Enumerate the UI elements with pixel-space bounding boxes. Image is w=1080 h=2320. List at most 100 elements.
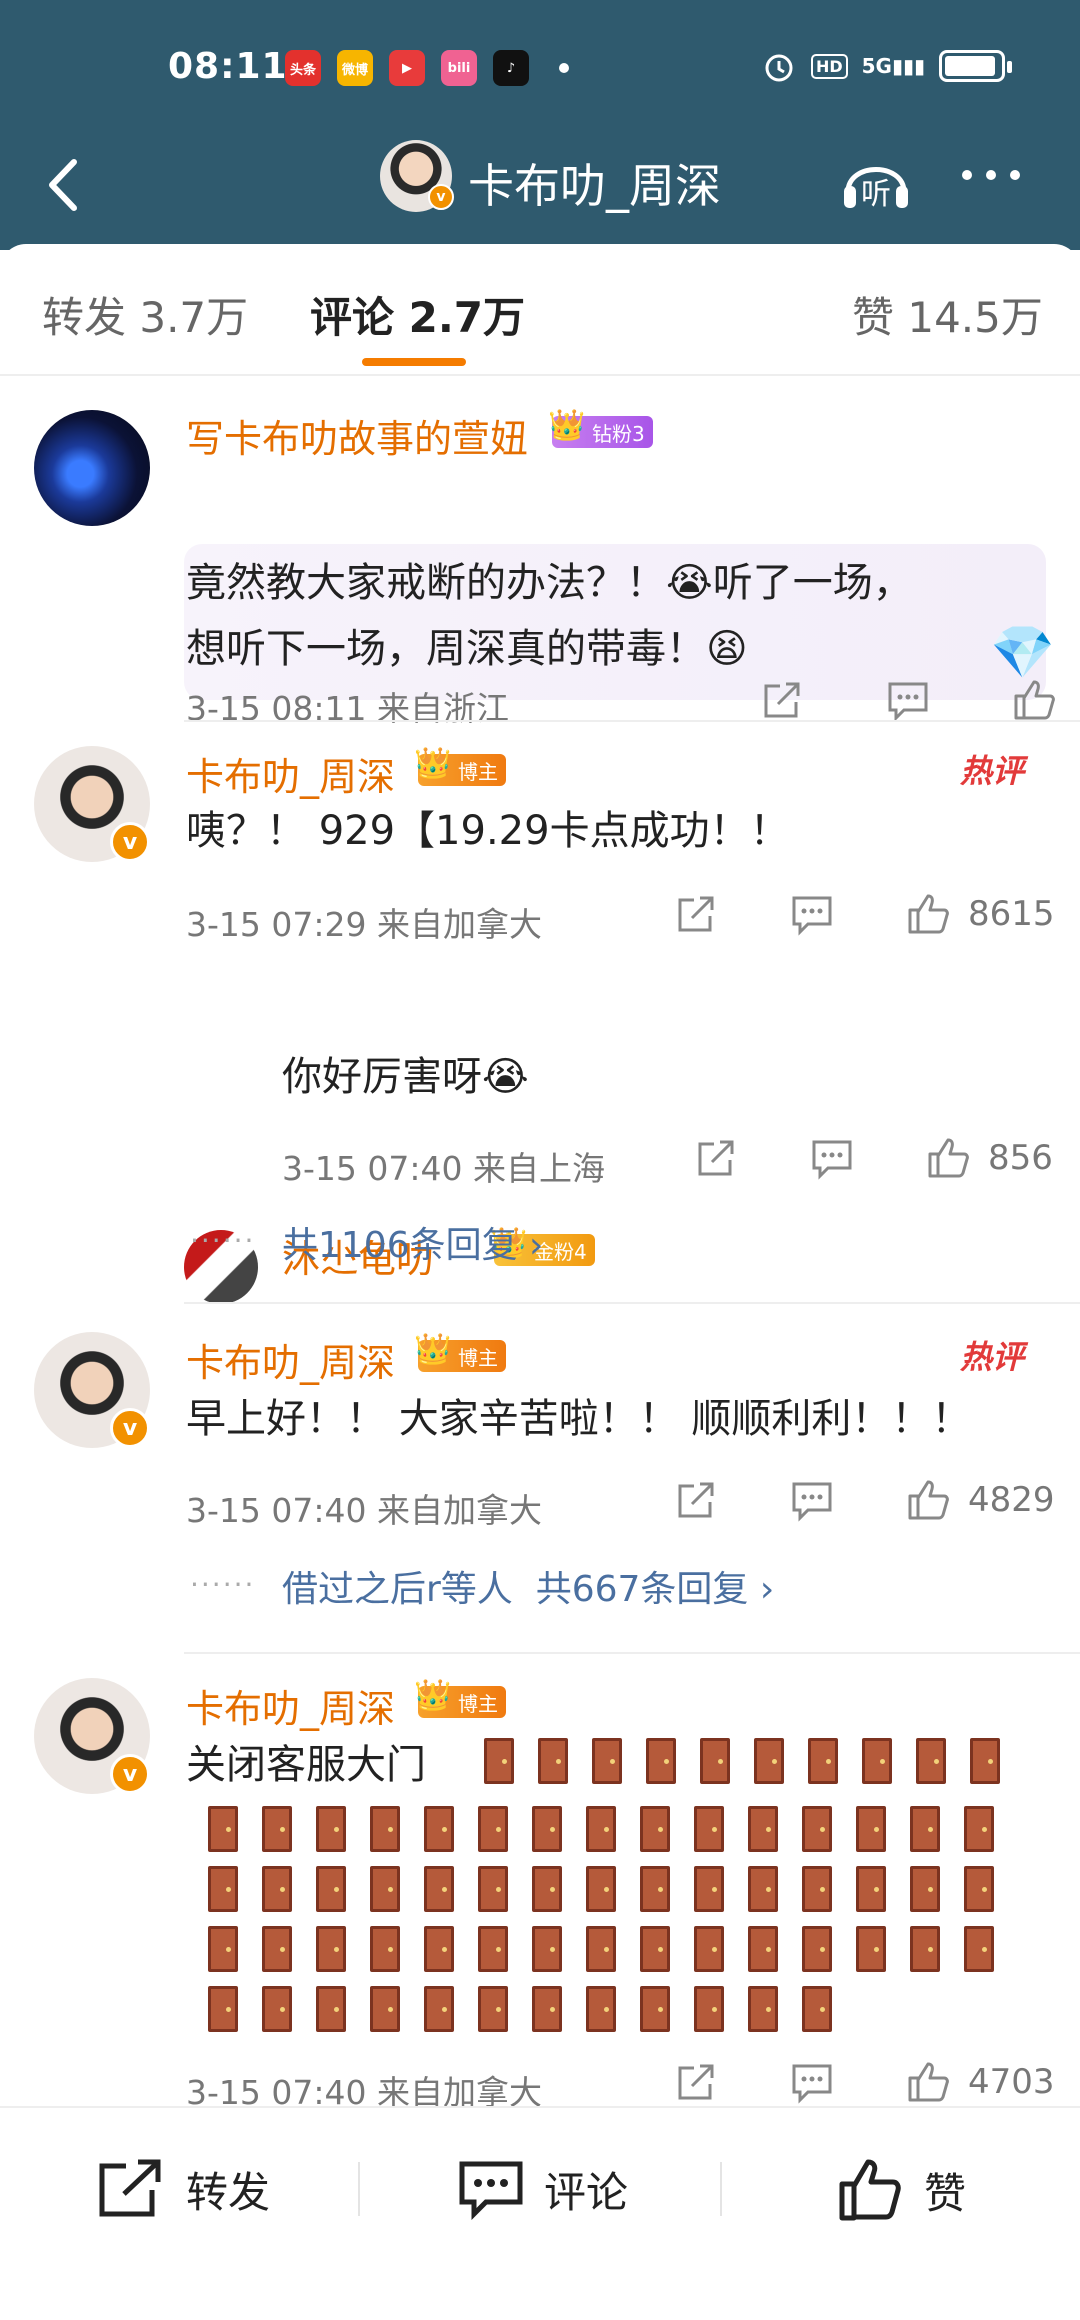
system-status-icons: HD 5G▮▮▮ <box>761 48 1012 84</box>
reply-text: 你好厉害呀😭 <box>282 1054 529 1100</box>
door-icon <box>208 1986 238 2032</box>
comment-item: v 卡布叻_周深 👑 博主 热评 咦？！ 929【19.29卡点成功！！ 3-15… <box>0 722 1080 1304</box>
crown-icon: 👑 <box>414 746 452 781</box>
like-count: 4703 <box>968 2062 1055 2102</box>
active-tab-indicator <box>362 358 466 366</box>
tab-comments[interactable]: 评论 2.7万 <box>310 284 525 345</box>
door-icon <box>700 1738 730 1784</box>
comment-icon[interactable] <box>788 1476 836 1524</box>
comment-icon[interactable] <box>884 676 932 724</box>
share-icon[interactable] <box>672 1476 720 1524</box>
reply-meta: 3-15 07:40 来自上海 <box>282 1149 605 1188</box>
door-icon <box>208 1806 238 1852</box>
door-icon <box>694 1926 724 1972</box>
avatar[interactable] <box>34 410 150 526</box>
like-icon <box>908 894 949 934</box>
reply-actions: 856 <box>692 1134 1053 1182</box>
door-icon <box>532 1986 562 2032</box>
like-button[interactable]: 856 <box>924 1134 1053 1182</box>
verified-icon: v <box>110 1754 150 1794</box>
comment-item: 💎 写卡布叻故事的萱妞 👑 钻粉3 竟然教大家戒断的办法？！😭听了一场， 想听下一… <box>0 378 1080 738</box>
share-icon[interactable] <box>758 676 806 724</box>
door-icon <box>424 1926 454 1972</box>
door-icon <box>424 1806 454 1852</box>
like-button[interactable]: 赞 <box>838 2158 966 2222</box>
door-icon <box>478 1806 508 1852</box>
like-icon <box>928 1138 969 1178</box>
commenter-name[interactable]: 卡布叻_周深 <box>186 746 395 801</box>
blogger-badge: 👑 博主 <box>414 746 506 786</box>
share-icon[interactable] <box>692 1134 740 1182</box>
comment-item: v 卡布叻_周深 👑 博主 热评 早上好！！ 大家辛苦啦！！ 顺顺利利！！！ 3-… <box>0 1304 1080 1634</box>
commenter-name[interactable]: 卡布叻_周深 <box>186 1332 395 1387</box>
view-replies-link[interactable]: 借过之后r等人 共667条回复 › <box>282 1560 774 1612</box>
commenter-name[interactable]: 卡布叻_周深 <box>186 1678 395 1733</box>
door-icon <box>262 1926 292 1972</box>
like-button[interactable]: 8615 <box>904 890 1055 938</box>
door-icon <box>694 1866 724 1912</box>
comment-icon <box>459 2161 523 2220</box>
blogger-badge: 👑 博主 <box>414 1332 506 1372</box>
like-button[interactable]: 4829 <box>904 1476 1055 1524</box>
divider <box>358 2162 360 2216</box>
comment-button[interactable]: 评论 <box>458 2158 628 2220</box>
door-icon <box>532 1926 562 1972</box>
door-icon <box>970 1738 1000 1784</box>
door-icon <box>862 1738 892 1784</box>
notification-icons: 头条 微博 ▶ bili ♪ <box>285 50 569 86</box>
like-button[interactable]: 4703 <box>904 2058 1055 2106</box>
crown-icon: 👑 <box>548 408 586 443</box>
repost-button[interactable]: 转发 <box>96 2158 270 2220</box>
comment-text: 竟然教大家戒断的办法？！😭听了一场， 想听下一场，周深真的带毒！😫 <box>186 560 913 672</box>
like-icon <box>839 2159 901 2221</box>
door-icon <box>316 1866 346 1912</box>
blogger-badge: 👑 博主 <box>414 1678 506 1718</box>
door-icon <box>262 1806 292 1852</box>
share-icon[interactable] <box>672 890 720 938</box>
like-icon[interactable] <box>1010 676 1058 724</box>
more-notifications-icon <box>559 63 569 73</box>
status-bar: 08:11 头条 微博 ▶ bili ♪ HD 5G▮▮▮ <box>0 0 1080 132</box>
door-icon <box>370 1866 400 1912</box>
back-arrow-icon[interactable] <box>38 150 86 220</box>
comment-text: 咦？！ 929【19.29卡点成功！！ <box>186 808 790 854</box>
comment-icon[interactable] <box>808 1134 856 1182</box>
reply-dots: ······ <box>190 1568 256 1601</box>
tab-likes[interactable]: 赞 14.5万 <box>852 284 1043 345</box>
door-icon <box>592 1738 622 1784</box>
door-icon <box>316 1986 346 2032</box>
status-time: 08:11 <box>168 46 288 87</box>
door-icon <box>478 1986 508 2032</box>
door-icon <box>424 1866 454 1912</box>
door-icon <box>586 1866 616 1912</box>
share-icon <box>99 2159 161 2217</box>
more-options-icon[interactable] <box>962 170 1020 180</box>
reply-dots: ······ <box>190 1224 256 1257</box>
commenter-name[interactable]: 写卡布叻故事的萱妞 <box>186 408 528 463</box>
door-icon <box>754 1738 784 1784</box>
door-icon <box>646 1738 676 1784</box>
share-icon[interactable] <box>672 2058 720 2106</box>
door-icon <box>640 1926 670 1972</box>
nav-title[interactable]: 卡布叻_周深 <box>468 150 721 216</box>
signal-icon: 5G▮▮▮ <box>861 54 925 78</box>
tab-repost[interactable]: 转发 3.7万 <box>42 284 248 345</box>
hd-icon: HD <box>810 53 848 79</box>
diamond-decoration-icon: 💎 <box>990 623 1055 683</box>
view-replies-link[interactable]: 共1106条回复 › <box>282 1216 543 1268</box>
bilibili-app-icon: bili <box>441 50 477 86</box>
comment-icon[interactable] <box>788 890 836 938</box>
hot-comment-badge: 热评 <box>960 752 1025 790</box>
door-icon <box>370 1986 400 2032</box>
door-icon <box>532 1866 562 1912</box>
tiktok-app-icon: ♪ <box>493 50 529 86</box>
door-icon <box>748 1986 778 2032</box>
door-icon <box>478 1926 508 1972</box>
door-icon <box>640 1866 670 1912</box>
comment-icon[interactable] <box>788 2058 836 2106</box>
door-icon <box>802 1926 832 1972</box>
alarm-icon <box>765 54 793 82</box>
like-icon <box>908 1480 949 1520</box>
door-icon <box>262 1866 292 1912</box>
headphones-listen-icon[interactable]: 听 <box>838 142 914 218</box>
